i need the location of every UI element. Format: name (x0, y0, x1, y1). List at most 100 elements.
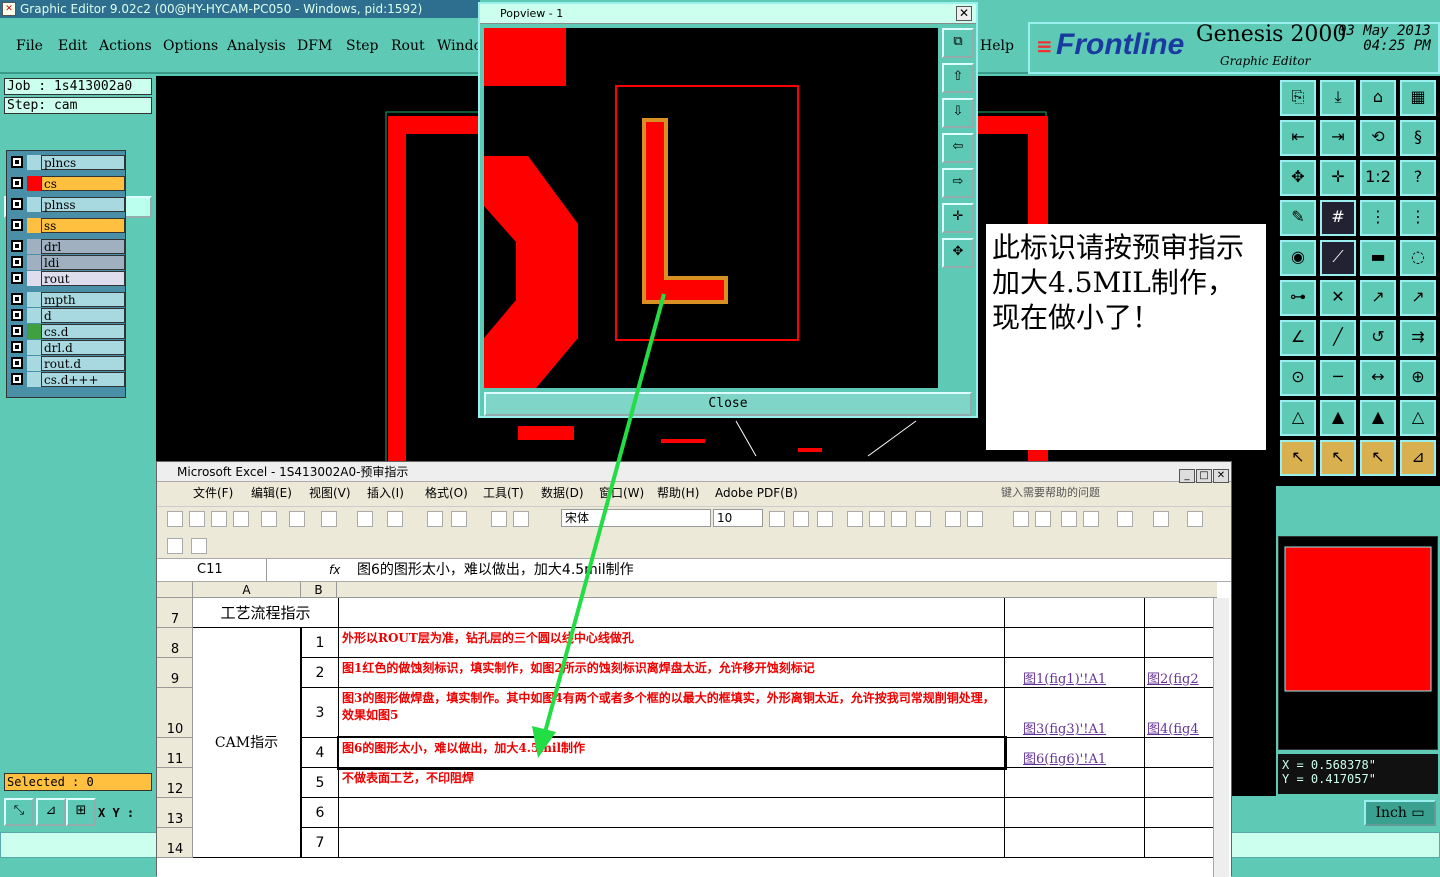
layer-checkbox[interactable] (11, 373, 23, 385)
ruler-icon[interactable]: ▬ (1360, 240, 1396, 276)
item-number-cell[interactable]: 5 (301, 768, 339, 798)
formula-input[interactable]: 图6的图形太小，难以做出，加大4.5mil制作 (357, 559, 634, 581)
window-icon[interactable]: ▦ (1400, 80, 1436, 116)
hyperlink-cell[interactable] (1145, 738, 1213, 768)
layer-item[interactable]: drl (9, 239, 125, 254)
section-cam-cell[interactable]: CAM指示 (193, 628, 301, 858)
format-painter-icon[interactable] (357, 511, 373, 527)
menu-analysis[interactable]: Analysis (227, 38, 286, 54)
print-icon[interactable] (261, 511, 277, 527)
excel-menu-help[interactable]: 帮助(H) (657, 482, 699, 504)
menu-help[interactable]: Help (980, 38, 1014, 54)
menu-actions[interactable]: Actions (99, 38, 152, 54)
new-icon[interactable] (167, 511, 183, 527)
layer-checkbox[interactable] (11, 309, 23, 321)
pointer-icon[interactable]: ↖ (1280, 440, 1316, 476)
measure-icon[interactable]: ⊿ (36, 798, 66, 826)
menu-dfm[interactable]: DFM (297, 38, 332, 54)
snap-icon[interactable]: § (1400, 120, 1436, 156)
layer-checkbox[interactable] (11, 341, 23, 353)
excel-menu-edit[interactable]: 编辑(E) (251, 482, 292, 504)
layer-item[interactable]: ldi (9, 255, 125, 270)
help-search-input[interactable]: 键入需要帮助的问题 (1001, 482, 1100, 504)
excel-menu-view[interactable]: 视图(V) (309, 482, 351, 504)
italic-icon[interactable] (793, 511, 809, 527)
fx-icon[interactable]: fx (329, 559, 340, 581)
close-icon[interactable]: ✕ (1213, 469, 1229, 483)
instruction-cell[interactable] (339, 598, 1005, 628)
hyperlink-cell[interactable] (1145, 798, 1213, 828)
layer-item[interactable]: d (9, 308, 125, 323)
row-header[interactable]: 13 (157, 798, 193, 828)
pad-icon[interactable]: ◉ (1280, 240, 1316, 276)
instruction-cell[interactable]: 图1红色的做蚀刻标识，填实制作，如图2所示的蚀刻标识离焊盘太近，允许移开蚀刻标记 (339, 658, 1005, 688)
minimize-icon[interactable]: _ (1179, 469, 1195, 483)
instruction-cell[interactable]: 图6的图形太小，难以做出，加大4.5mil制作 (337, 736, 1007, 770)
grid-icon[interactable]: ⊞ (66, 798, 96, 826)
row-header[interactable]: 9 (157, 658, 193, 688)
nodes-select-icon[interactable]: ⋮ (1400, 200, 1436, 236)
research-icon[interactable] (289, 511, 305, 527)
row-header[interactable]: 11 (157, 738, 193, 768)
menu-options[interactable]: Options (163, 38, 218, 54)
select-icon[interactable]: ↖ (1320, 440, 1356, 476)
fill-color-icon[interactable] (1153, 511, 1169, 527)
instruction-cell[interactable] (339, 828, 1005, 858)
hyperlink-cell[interactable]: 图6(fig6)'!A1 (1005, 738, 1145, 768)
autosum-icon[interactable] (451, 511, 467, 527)
scale-icon[interactable]: 1:2 (1360, 160, 1396, 196)
row-header[interactable]: 10 (157, 688, 193, 738)
popview-pan-left-icon[interactable]: ⇦ (942, 133, 974, 163)
item-number-cell[interactable]: 1 (301, 628, 339, 658)
menu-window[interactable]: Windo (437, 38, 482, 54)
help-icon[interactable] (513, 511, 529, 527)
layer-item[interactable]: ss (9, 218, 125, 233)
select-box-icon[interactable]: ↖ (1360, 440, 1396, 476)
rotate-icon[interactable]: ⟲ (1360, 120, 1396, 156)
instruction-cell[interactable] (339, 798, 1005, 828)
connect-icon[interactable]: ⊶ (1280, 280, 1316, 316)
open-icon[interactable] (189, 511, 205, 527)
hyperlink-cell[interactable] (1145, 768, 1213, 798)
hyperlink-cell[interactable] (1005, 798, 1145, 828)
layer-checkbox[interactable] (11, 156, 23, 168)
layer-item[interactable]: cs.d+++ (9, 372, 125, 387)
increase-indent-icon[interactable] (1083, 511, 1099, 527)
save-icon[interactable] (211, 511, 227, 527)
close-icon[interactable]: ✕ (956, 6, 972, 21)
item-number-cell[interactable]: 7 (301, 828, 339, 858)
underline-icon[interactable] (817, 511, 833, 527)
layer-item[interactable]: rout.d (9, 356, 125, 371)
layer-item[interactable]: rout (9, 271, 125, 286)
hyperlink-icon[interactable] (427, 511, 443, 527)
currency-icon[interactable] (945, 511, 961, 527)
layer-checkbox[interactable] (11, 293, 23, 305)
hyperlink-cell[interactable]: 图2(fig2 (1145, 658, 1213, 688)
add-line-icon[interactable]: ↗ (1400, 280, 1436, 316)
pdf-icon[interactable] (167, 538, 183, 554)
maximize-icon[interactable]: □ (1196, 469, 1212, 483)
measure-icon[interactable]: ↔ (1360, 360, 1396, 396)
align-left-icon[interactable] (847, 511, 863, 527)
path-icon[interactable]: ⊿ (1400, 440, 1436, 476)
name-box[interactable]: C11 (157, 559, 267, 581)
arc-icon[interactable]: ↺ (1360, 320, 1396, 356)
triangle-select-icon[interactable]: ▲ (1360, 400, 1396, 436)
decrease-indent-icon[interactable] (1061, 511, 1077, 527)
popview-zoom-in-icon[interactable]: ✛ (942, 203, 974, 233)
layer-item[interactable]: drl.d (9, 340, 125, 355)
layer-checkbox[interactable] (11, 240, 23, 252)
popview-close-button[interactable]: Close (484, 392, 972, 416)
delete-icon[interactable]: ✕ (1320, 280, 1356, 316)
column-header-b[interactable]: B (301, 582, 337, 598)
menu-file[interactable]: File (16, 38, 43, 54)
borders-icon[interactable] (1117, 511, 1133, 527)
font-color-icon[interactable] (1187, 511, 1203, 527)
layer-checkbox[interactable] (11, 325, 23, 337)
pan-icon[interactable]: ✛ (1320, 160, 1356, 196)
triangle-fill-icon[interactable]: ▲ (1320, 400, 1356, 436)
popview-pan-right-icon[interactable]: ⇨ (942, 168, 974, 198)
zoom-box-icon[interactable]: ⤡ (4, 798, 34, 826)
percent-icon[interactable] (967, 511, 983, 527)
mini-view[interactable] (1278, 536, 1438, 750)
